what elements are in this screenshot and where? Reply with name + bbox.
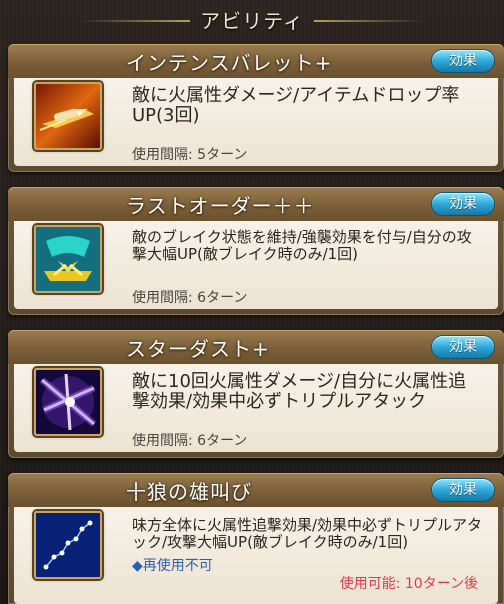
ability-cooldown: 使用間隔: 5ターン [132, 147, 248, 163]
ability-card: 十狼の雄叫び 効果 味方全体に火属性追撃効果/効果中必ずトリプルアタック/攻撃大… [8, 473, 504, 604]
ability-name: スターダスト+ [126, 337, 270, 361]
ability-description: 敵のブレイク状態を維持/強襲効果を付与/自分の攻撃大幅UP(敵ブレイク時のみ/1… [132, 228, 472, 263]
ability-card-header: 十狼の雄叫び 効果 [8, 473, 504, 507]
reuse-status: ◆再使用不可 [132, 558, 213, 574]
ability-card-body: 味方全体に火属性追撃効果/効果中必ずトリプルアタック/攻撃大幅UP(敵ブレイク時… [14, 507, 498, 604]
constellation-icon[interactable] [34, 511, 102, 579]
ability-description: 敵に火属性ダメージ/アイテムドロップ率UP(3回) [132, 85, 460, 126]
ability-card-body: 敵に10回火属性ダメージ/自分に火属性追撃効果/効果中必ずトリプルアタック 使用… [14, 364, 498, 452]
ability-card-body: 敵に火属性ダメージ/アイテムドロップ率UP(3回) 使用間隔: 5ターン [14, 78, 498, 166]
ability-card-body: 敵のブレイク状態を維持/強襲効果を付与/自分の攻撃大幅UP(敵ブレイク時のみ/1… [14, 221, 498, 309]
abilities-header: アビリティ [0, 0, 504, 38]
bullet-fire-icon[interactable] [34, 82, 102, 150]
effect-button[interactable]: 効果 [432, 50, 494, 72]
ability-description: 味方全体に火属性追撃効果/効果中必ずトリプルアタック/攻撃大幅UP(敵ブレイク時… [132, 516, 483, 551]
available-countdown: 使用可能: 10ターン後 [339, 576, 478, 592]
ability-cooldown: 使用間隔: 6ターン [132, 290, 248, 306]
ability-card: ラストオーダー＋＋ 効果 敵のブレイク状態を維持/強襲効果を付与/自分の攻撃大幅… [8, 187, 504, 315]
ability-name: インテンスバレット+ [126, 51, 333, 75]
ability-card-header: ラストオーダー＋＋ 効果 [8, 187, 504, 221]
effect-button[interactable]: 効果 [432, 479, 494, 501]
stardust-icon[interactable] [34, 368, 102, 436]
ability-card-header: スターダスト+ 効果 [8, 330, 504, 364]
ability-name: 十狼の雄叫び [126, 480, 252, 504]
ability-cooldown: 使用間隔: 6ターン [132, 433, 248, 449]
header-ornament-right [314, 20, 424, 22]
ability-name: ラストオーダー＋＋ [126, 194, 315, 218]
page-title: アビリティ [200, 8, 304, 33]
ability-card: インテンスバレット+ 効果 敵に火属性ダメージ/アイテムドロップ率UP(3回) … [8, 44, 504, 172]
effect-button[interactable]: 効果 [432, 193, 494, 215]
ability-card: スターダスト+ 効果 敵に10回火属性ダメージ/自分に火属性追撃効果/効果中必ず… [8, 330, 504, 458]
ability-description: 敵に10回火属性ダメージ/自分に火属性追撃効果/効果中必ずトリプルアタック [132, 371, 467, 412]
ability-card-header: インテンスバレット+ 効果 [8, 44, 504, 78]
header-ornament-left [80, 20, 190, 22]
effect-button[interactable]: 効果 [432, 336, 494, 358]
last-order-icon[interactable] [34, 225, 102, 293]
